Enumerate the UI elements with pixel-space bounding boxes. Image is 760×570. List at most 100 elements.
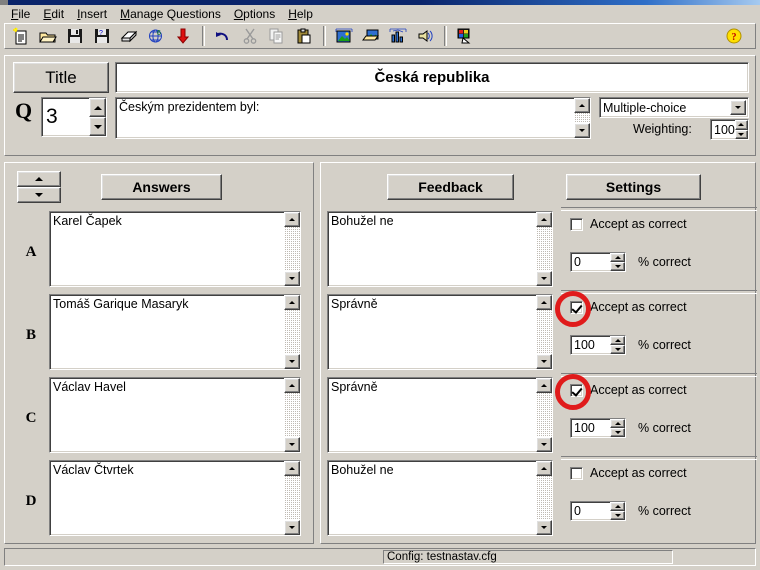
percent-spin-buttons-b[interactable] — [610, 336, 625, 354]
settings-header-button[interactable]: Settings — [566, 174, 701, 200]
percent-correct-stepper-c[interactable]: 100 — [570, 418, 626, 438]
open-image-icon[interactable] — [358, 24, 384, 48]
accept-as-correct-checkbox-c[interactable] — [570, 383, 583, 397]
web-export-icon[interactable]: 6 — [143, 24, 169, 48]
menu-item-file[interactable]: File — [5, 6, 37, 22]
question-type-dropdown[interactable]: Multiple-choice — [599, 97, 749, 118]
scrollbar-track[interactable] — [284, 227, 300, 271]
percent-correct-stepper-d[interactable]: 0 — [570, 501, 626, 521]
scroll-down-button[interactable] — [284, 520, 300, 535]
menu-item-help[interactable]: Help — [282, 6, 320, 22]
percent-spin-up-b[interactable] — [610, 336, 625, 345]
sort-up-icon[interactable] — [17, 171, 61, 187]
answer-scrollbar-a[interactable] — [284, 212, 300, 286]
scroll-down-button[interactable] — [536, 520, 552, 535]
scroll-down-button[interactable] — [284, 271, 300, 286]
colors-palette-icon[interactable] — [452, 24, 478, 48]
scrollbar-track[interactable] — [574, 113, 590, 123]
scrollbar-track[interactable] — [284, 393, 300, 437]
scrollbar-track[interactable] — [284, 310, 300, 354]
percent-correct-value-c[interactable]: 100 — [571, 419, 610, 437]
percent-spin-down-d[interactable] — [610, 511, 625, 520]
cut-scissors-icon[interactable] — [237, 24, 263, 48]
percent-correct-value-b[interactable]: 100 — [571, 336, 610, 354]
percent-spin-buttons-a[interactable] — [610, 253, 625, 271]
scrollbar-track[interactable] — [536, 310, 552, 354]
scroll-down-button[interactable] — [536, 271, 552, 286]
menu-item-insert[interactable]: Insert — [71, 6, 114, 22]
feedback-text-d[interactable]: Bohužel ne — [328, 461, 536, 535]
copy-pages-icon[interactable] — [264, 24, 290, 48]
scroll-up-button[interactable] — [536, 295, 552, 310]
answers-header-button[interactable]: Answers — [101, 174, 222, 200]
feedback-input-b[interactable]: Správně — [327, 294, 553, 370]
question-text-scrollbar[interactable] — [574, 98, 590, 138]
percent-spin-down-c[interactable] — [610, 428, 625, 437]
question-text-editor[interactable]: Českým prezidentem byl: — [115, 97, 591, 139]
answer-scrollbar-d[interactable] — [284, 461, 300, 535]
feedback-text-a[interactable]: Bohužel ne — [328, 212, 536, 286]
accept-as-correct-row-d[interactable]: Accept as correct — [570, 466, 687, 480]
weighting-spin-buttons[interactable] — [734, 120, 748, 139]
scroll-down-button[interactable] — [284, 437, 300, 452]
menu-item-edit[interactable]: Edit — [37, 6, 71, 22]
percent-correct-stepper-a[interactable]: 0 — [570, 252, 626, 272]
answer-input-c[interactable]: Václav Havel — [49, 377, 301, 453]
feedback-input-c[interactable]: Správně — [327, 377, 553, 453]
percent-spin-down-b[interactable] — [610, 345, 625, 354]
weighting-spin-up[interactable] — [734, 120, 748, 130]
feedback-scrollbar-d[interactable] — [536, 461, 552, 535]
percent-spin-up-c[interactable] — [610, 419, 625, 428]
answer-input-a[interactable]: Karel Čapek — [49, 211, 301, 287]
insert-sound-icon[interactable] — [412, 24, 438, 48]
scroll-up-button[interactable] — [284, 295, 300, 310]
help-question-icon[interactable]: ? — [721, 24, 747, 48]
scroll-up-button[interactable] — [536, 212, 552, 227]
title-input[interactable]: Česká republika — [115, 62, 749, 93]
sort-down-icon[interactable] — [17, 187, 61, 203]
percent-spin-buttons-c[interactable] — [610, 419, 625, 437]
question-number-value[interactable]: 3 — [42, 98, 89, 136]
save-as-floppy-icon[interactable]: ? — [89, 24, 115, 48]
eraser-icon[interactable] — [116, 24, 142, 48]
feedback-header-button[interactable]: Feedback — [387, 174, 514, 200]
answer-sorter[interactable] — [17, 171, 61, 203]
insert-image-icon[interactable] — [331, 24, 357, 48]
feedback-text-c[interactable]: Správně — [328, 378, 536, 452]
scroll-down-button[interactable] — [536, 437, 552, 452]
answer-scrollbar-c[interactable] — [284, 378, 300, 452]
percent-correct-stepper-b[interactable]: 100 — [570, 335, 626, 355]
percent-correct-value-a[interactable]: 0 — [571, 253, 610, 271]
accept-as-correct-row-a[interactable]: Accept as correct — [570, 217, 687, 231]
scrollbar-track[interactable] — [284, 476, 300, 520]
paste-clipboard-icon[interactable] — [291, 24, 317, 48]
feedback-scrollbar-a[interactable] — [536, 212, 552, 286]
percent-spin-buttons-d[interactable] — [610, 502, 625, 520]
scrollbar-track[interactable] — [536, 227, 552, 271]
accept-as-correct-checkbox-a[interactable] — [570, 217, 583, 231]
weighting-value[interactable]: 100 — [711, 120, 735, 139]
question-text-value[interactable]: Českým prezidentem byl: — [116, 98, 574, 138]
scrollbar-track[interactable] — [536, 476, 552, 520]
insert-chart-icon[interactable] — [385, 24, 411, 48]
percent-correct-value-d[interactable]: 0 — [571, 502, 610, 520]
question-number-spin-up[interactable] — [89, 98, 106, 117]
scroll-up-button[interactable] — [284, 461, 300, 476]
scroll-up-button[interactable] — [536, 461, 552, 476]
answer-text-c[interactable]: Václav Havel — [50, 378, 284, 452]
percent-spin-up-d[interactable] — [610, 502, 625, 511]
answer-text-d[interactable]: Václav Čtvrtek — [50, 461, 284, 535]
scroll-down-button[interactable] — [536, 354, 552, 369]
red-down-arrow-icon[interactable] — [170, 24, 196, 48]
scroll-down-button[interactable] — [574, 123, 590, 138]
answer-text-b[interactable]: Tomáš Garique Masaryk — [50, 295, 284, 369]
accept-as-correct-row-c[interactable]: Accept as correct — [570, 383, 687, 397]
feedback-scrollbar-c[interactable] — [536, 378, 552, 452]
scroll-down-button[interactable] — [284, 354, 300, 369]
weighting-spin-down[interactable] — [734, 129, 748, 139]
question-number-spin-buttons[interactable] — [89, 98, 106, 136]
save-floppy-icon[interactable] — [62, 24, 88, 48]
chevron-down-icon[interactable] — [730, 100, 746, 115]
menu-item-options[interactable]: Options — [228, 6, 282, 22]
feedback-input-d[interactable]: Bohužel ne — [327, 460, 553, 536]
